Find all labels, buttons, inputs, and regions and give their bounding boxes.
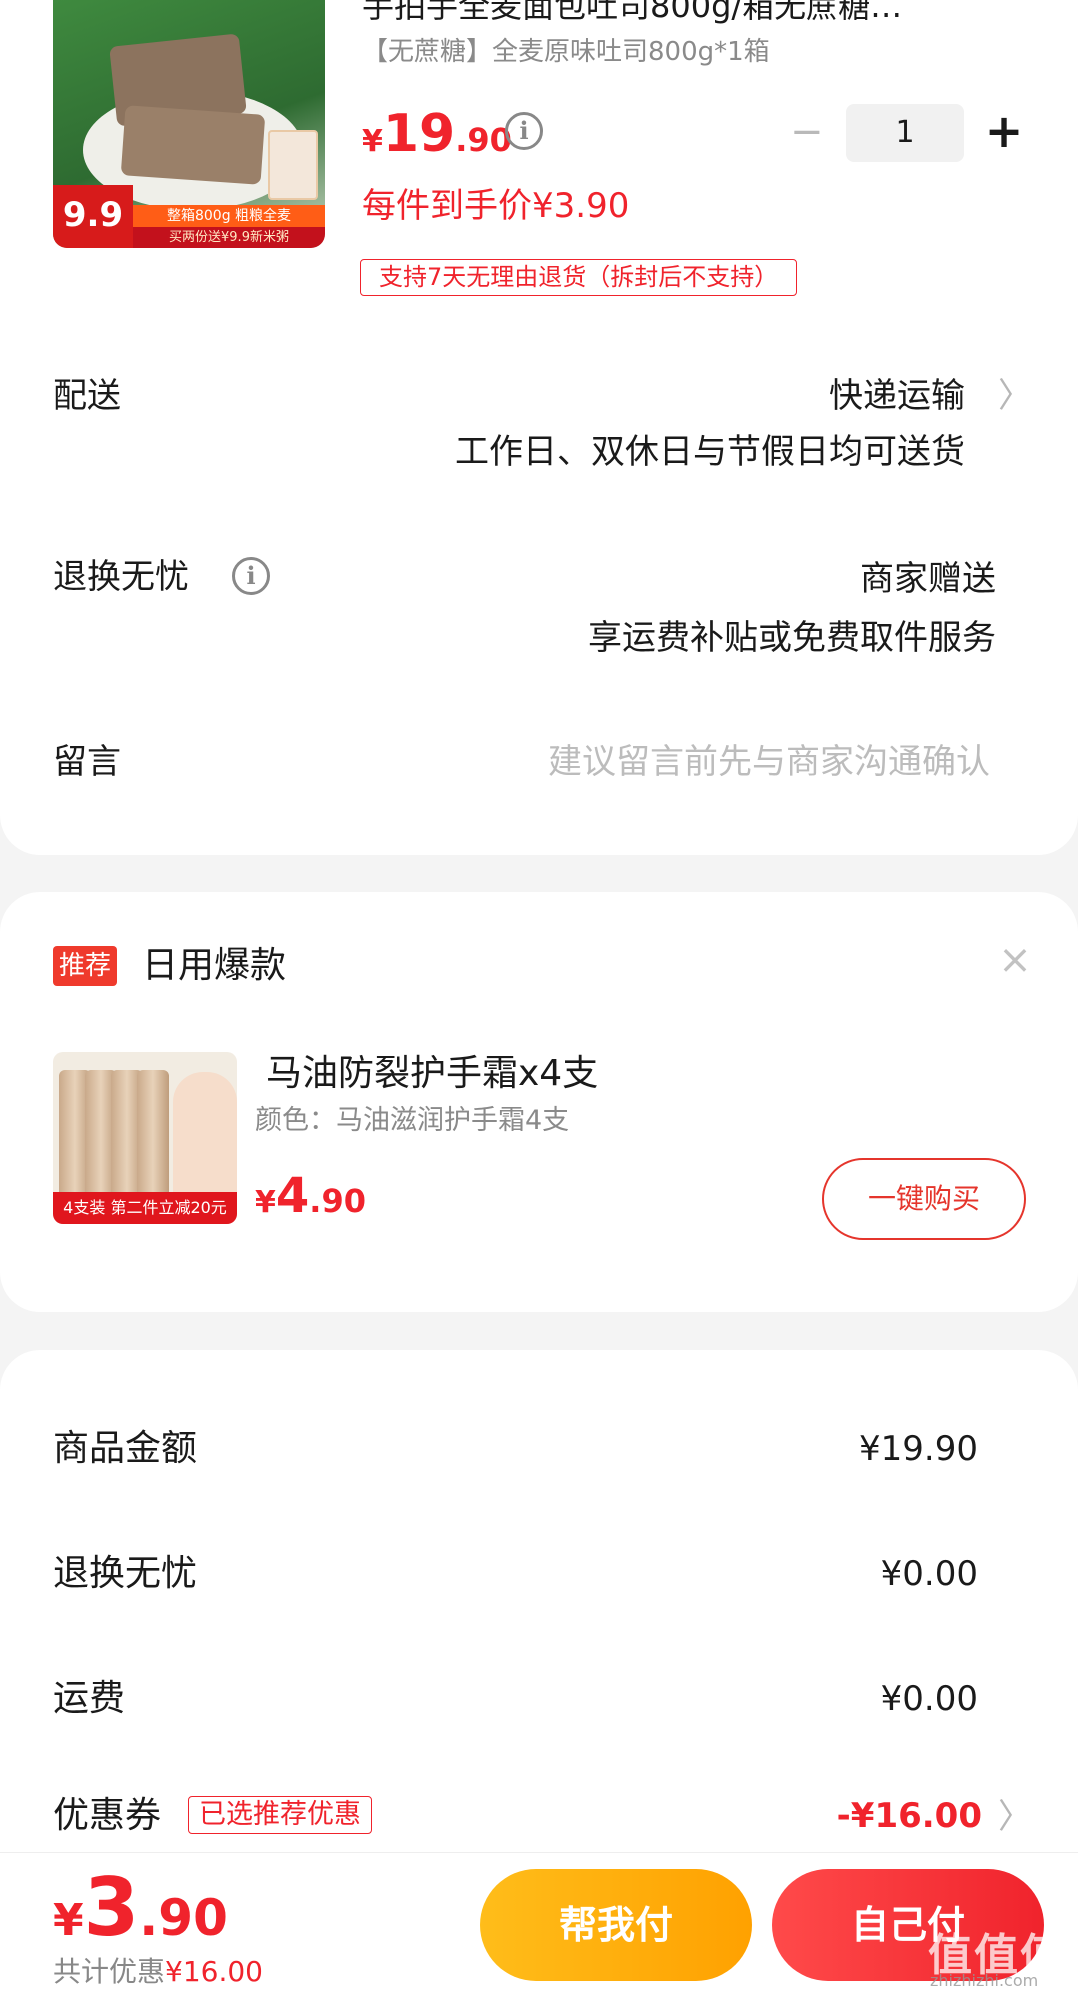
- product-title[interactable]: 手拍手全麦面包吐司800g/箱无蔗糖…: [362, 0, 1022, 30]
- recommend-tag: 推荐: [53, 946, 118, 986]
- qty-decrease-button[interactable]: −: [790, 110, 824, 158]
- price-integer: 3: [83, 1861, 140, 1954]
- product-spec[interactable]: 【无蔗糖】全麦原味吐司800g*1箱: [362, 34, 770, 70]
- product-thumbnail[interactable]: 9.9 整箱800g 粗粮全麦 买两份送¥9.9新米粥: [53, 0, 325, 248]
- total-price: ¥ 3 .90: [53, 1861, 228, 1954]
- tube-shape: [137, 1070, 169, 1198]
- qty-increase-button[interactable]: +: [984, 104, 1024, 162]
- recommend-title: 日用爆款: [142, 945, 287, 986]
- quantity-input[interactable]: 1: [846, 104, 964, 162]
- discount-prefix: 共计优惠: [53, 1955, 166, 1988]
- currency-symbol: ¥: [362, 124, 383, 159]
- return-worry-note: 享运费补贴或免费取件服务: [588, 618, 996, 658]
- package-shape: [268, 130, 318, 200]
- watermark-url: zhizhizhi.com: [930, 1971, 1039, 1990]
- thumb-banner-promo: 买两份送¥9.9新米粥: [133, 227, 325, 248]
- coupon-value[interactable]: -¥16.00: [700, 1791, 982, 1841]
- price-info-icon[interactable]: i: [505, 112, 543, 150]
- summary-label: 运费: [53, 1678, 126, 1719]
- message-input[interactable]: 建议留言前先与商家沟通确认: [400, 738, 990, 786]
- delivery-label: 配送: [53, 376, 121, 416]
- summary-label: 退换无忧: [53, 1553, 198, 1594]
- summary-value: ¥0.00: [880, 1679, 978, 1719]
- return-worry-value: 商家赠送: [860, 559, 996, 599]
- one-click-buy-button[interactable]: 一键购买: [822, 1158, 1026, 1240]
- recommend-item-color: 颜色：马油滋润护手霜4支: [255, 1105, 570, 1136]
- recommend-thumb-badge: 4支装 第二件立减20元: [53, 1192, 237, 1224]
- checkout-bar: ¥ 3 .90 共计优惠¥16.00 帮我付 自己付 值值值 zhizhizhi…: [0, 1852, 1078, 1996]
- chevron-right-icon[interactable]: 〉: [998, 372, 1032, 420]
- delivery-note: 工作日、双休日与节假日均可送货: [455, 432, 965, 472]
- currency-symbol: ¥: [255, 1185, 276, 1220]
- recommend-thumbnail[interactable]: 4支装 第二件立减20元: [53, 1052, 237, 1224]
- recommend-item-name[interactable]: 马油防裂护手霜x4支: [266, 1048, 598, 1100]
- price-decimal: .90: [309, 1182, 366, 1220]
- per-item-price: 每件到手价¥3.90: [362, 186, 630, 226]
- return-policy-tag: 支持7天无理由退货（拆封后不支持）: [360, 259, 798, 296]
- delivery-method[interactable]: 快递运输: [600, 372, 965, 420]
- message-label: 留言: [53, 742, 121, 782]
- hand-shape: [173, 1072, 237, 1202]
- close-icon[interactable]: ×: [995, 936, 1035, 984]
- summary-value: ¥0.00: [880, 1554, 978, 1594]
- price-decimal: .90: [139, 1889, 228, 1947]
- help-pay-button[interactable]: 帮我付: [480, 1869, 752, 1981]
- summary-value: ¥19.90: [859, 1429, 978, 1469]
- price-decimal: .90: [455, 121, 512, 159]
- price-integer: 4: [275, 1168, 310, 1224]
- order-card: 9.9 整箱800g 粗粮全麦 买两份送¥9.9新米粥 手拍手全麦面包吐司800…: [0, 0, 1078, 855]
- bread-shape: [120, 105, 266, 185]
- price-integer: 19: [382, 104, 456, 164]
- chevron-right-icon[interactable]: 〉: [998, 1793, 1032, 1841]
- product-price: ¥ 19 .90: [362, 104, 512, 164]
- coupon-tag[interactable]: 已选推荐优惠: [188, 1796, 372, 1834]
- thumb-banner: 整箱800g 粗粮全麦: [133, 205, 325, 227]
- recommend-price: ¥ 4 .90: [255, 1168, 366, 1224]
- coupon-label: 优惠券: [53, 1795, 162, 1836]
- total-discount: 共计优惠¥16.00: [53, 1953, 263, 1991]
- currency-symbol: ¥: [53, 1895, 84, 1946]
- recommend-card: 推荐 日用爆款 × 4支装 第二件立减20元 马油防裂护手霜x4支 颜色：马油滋…: [0, 892, 1078, 1312]
- summary-label: 商品金额: [53, 1428, 198, 1469]
- return-info-icon[interactable]: i: [232, 557, 270, 595]
- discount-amount: ¥16.00: [165, 1955, 263, 1988]
- thumb-price-badge: 9.9: [53, 185, 133, 248]
- return-worry-label: 退换无忧: [53, 557, 189, 597]
